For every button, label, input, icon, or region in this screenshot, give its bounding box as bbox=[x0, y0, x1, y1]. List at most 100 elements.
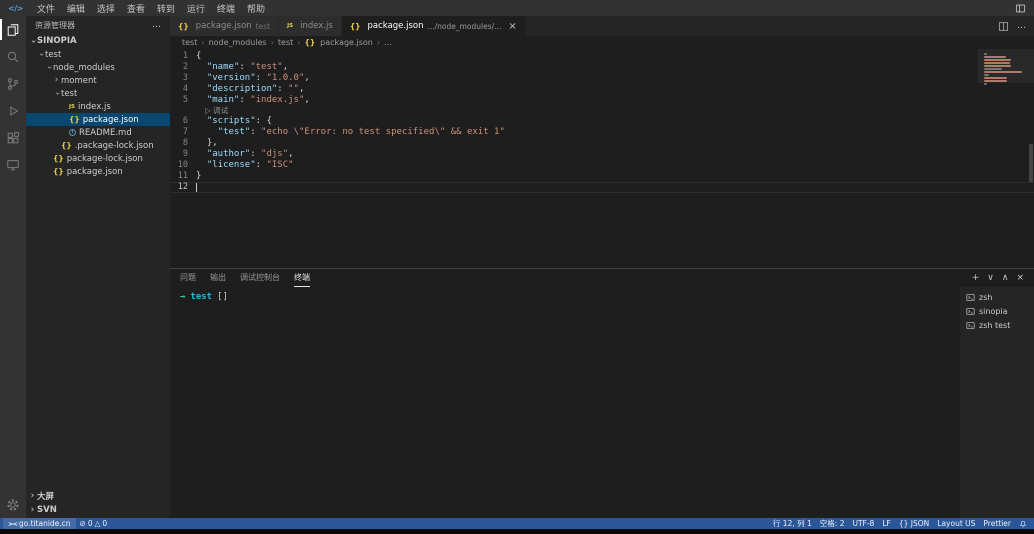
status-item[interactable]: {} JSON bbox=[895, 518, 933, 529]
status-left: >< go.titanide.cn ⊘ 0 △ 0 bbox=[3, 518, 111, 529]
code-line[interactable]: 1{ bbox=[170, 51, 1034, 62]
maximize-panel-icon[interactable]: ∧ bbox=[1002, 274, 1009, 283]
tree-item[interactable]: {}package.json bbox=[26, 165, 170, 178]
scrollbar-thumb[interactable] bbox=[1029, 144, 1033, 182]
status-item[interactable]: LF bbox=[878, 518, 895, 529]
menu-item[interactable]: 文件 bbox=[31, 0, 61, 16]
panel-tab[interactable]: 输出 bbox=[210, 269, 226, 287]
breadcrumb-item[interactable]: test bbox=[278, 38, 293, 47]
close-panel-icon[interactable]: × bbox=[1016, 274, 1024, 283]
code-line[interactable]: 11} bbox=[170, 171, 1034, 182]
breadcrumb-item[interactable]: {}package.json bbox=[304, 38, 372, 47]
split-editor-icon[interactable] bbox=[998, 21, 1009, 32]
chevron-down-icon: › bbox=[28, 37, 37, 46]
code-line[interactable]: 10 "license": "ISC" bbox=[170, 160, 1034, 171]
code-line[interactable]: 4 "description": "", bbox=[170, 84, 1034, 95]
code-line[interactable]: 12 bbox=[170, 182, 1034, 193]
tree-item[interactable]: {}.package-lock.json bbox=[26, 139, 170, 152]
status-item[interactable]: 行 12, 列 1 bbox=[769, 518, 816, 529]
code-line[interactable]: 6 "scripts": { bbox=[170, 116, 1034, 127]
chevron-right-icon: › bbox=[271, 38, 274, 47]
terminal-list-item[interactable]: zsh test bbox=[960, 318, 1034, 332]
status-item[interactable]: 空格: 2 bbox=[816, 518, 849, 529]
explorer-sidebar: 资源管理器 … › SINOPIA ›test›node_modules›mom… bbox=[26, 16, 170, 518]
menu-item[interactable]: 运行 bbox=[181, 0, 211, 16]
sidebar-header: 资源管理器 … bbox=[26, 16, 170, 34]
code-line[interactable]: 7 "test": "echo \"Error: no test specifi… bbox=[170, 127, 1034, 138]
tree-item[interactable]: ›node_modules bbox=[26, 61, 170, 74]
status-item[interactable]: UTF-8 bbox=[848, 518, 878, 529]
tree-item[interactable]: iREADME.md bbox=[26, 126, 170, 139]
run-debug-icon[interactable] bbox=[0, 97, 26, 124]
problems-indicator[interactable]: ⊘ 0 △ 0 bbox=[76, 518, 112, 529]
terminal-picker-icon[interactable]: ∨ bbox=[987, 274, 994, 283]
more-actions-icon[interactable]: … bbox=[152, 20, 161, 30]
panel-tab[interactable]: 调试控制台 bbox=[240, 269, 280, 287]
settings-icon[interactable] bbox=[0, 491, 26, 518]
json-file-icon: {} bbox=[61, 141, 72, 150]
more-actions-icon[interactable]: … bbox=[1017, 21, 1026, 31]
explorer-icon[interactable] bbox=[0, 16, 26, 43]
workspace-name: SINOPIA bbox=[37, 36, 77, 46]
json-file-icon: {} bbox=[350, 22, 361, 31]
terminal-list-item[interactable]: sinopia bbox=[960, 304, 1034, 318]
sidebar-section[interactable]: ›SVN bbox=[26, 503, 170, 517]
menu-item[interactable]: 转到 bbox=[151, 0, 181, 16]
sidebar-section-label: 大屏 bbox=[37, 490, 54, 502]
tree-item[interactable]: ›test bbox=[26, 87, 170, 100]
remote-explorer-icon[interactable] bbox=[0, 151, 26, 178]
menu-bar: 文件编辑选择查看转到运行终端帮助 bbox=[31, 0, 1015, 16]
tree-item[interactable]: JSindex.js bbox=[26, 100, 170, 113]
panel-tab[interactable]: 问题 bbox=[180, 269, 196, 287]
breadcrumb-label: package.json bbox=[320, 38, 373, 47]
tree-item[interactable]: {}package-lock.json bbox=[26, 152, 170, 165]
terminal-output[interactable]: → test [] bbox=[170, 287, 960, 518]
breadcrumb-item[interactable]: node_modules bbox=[209, 38, 267, 47]
tab-label: package.json bbox=[196, 21, 252, 31]
menu-item[interactable]: 帮助 bbox=[241, 0, 271, 16]
terminal-list-item[interactable]: zsh bbox=[960, 290, 1034, 304]
code-editor[interactable]: 1{2 "name": "test",3 "version": "1.0.0",… bbox=[170, 49, 1034, 268]
menu-item[interactable]: 编辑 bbox=[61, 0, 91, 16]
sidebar-section[interactable]: ›大屏 bbox=[26, 489, 170, 503]
menu-item[interactable]: 查看 bbox=[121, 0, 151, 16]
error-icon: ⊘ bbox=[80, 519, 86, 528]
editor-tab[interactable]: {}package.json.../node_modules/...× bbox=[342, 16, 526, 36]
new-terminal-icon[interactable]: + bbox=[972, 274, 980, 283]
code-text: "license": "ISC" bbox=[196, 160, 294, 171]
tree-item[interactable]: ›test bbox=[26, 48, 170, 61]
js-file-icon: JS bbox=[69, 104, 75, 110]
tree-item[interactable]: {}package.json bbox=[26, 113, 170, 126]
code-line[interactable]: 9 "author": "djs", bbox=[170, 149, 1034, 160]
menu-item[interactable]: 选择 bbox=[91, 0, 121, 16]
tree-item[interactable]: ›moment bbox=[26, 74, 170, 87]
code-line[interactable]: 2 "name": "test", bbox=[170, 62, 1034, 73]
json-file-icon: {} bbox=[53, 167, 64, 176]
breadcrumb-item[interactable]: test bbox=[182, 38, 197, 47]
code-line[interactable]: 3 "version": "1.0.0", bbox=[170, 73, 1034, 84]
extensions-icon[interactable] bbox=[0, 124, 26, 151]
code-line[interactable]: 5 "main": "index.js", bbox=[170, 95, 1034, 106]
editor-tab[interactable]: JSindex.js bbox=[279, 16, 342, 36]
source-control-icon[interactable] bbox=[0, 70, 26, 97]
line-number: 1 bbox=[170, 51, 196, 62]
workspace-section-header[interactable]: › SINOPIA bbox=[26, 34, 170, 48]
remote-indicator[interactable]: >< go.titanide.cn bbox=[3, 518, 76, 529]
bell-icon[interactable] bbox=[1015, 518, 1031, 529]
code-line[interactable]: 8 }, bbox=[170, 138, 1034, 149]
panel-tab[interactable]: 终端 bbox=[294, 269, 310, 287]
breadcrumb: test›node_modules›test›{}package.json›… bbox=[170, 36, 1034, 49]
code-text: "main": "index.js", bbox=[196, 95, 310, 106]
menu-item[interactable]: 终端 bbox=[211, 0, 241, 16]
remote-icon: >< bbox=[8, 520, 17, 528]
search-icon[interactable] bbox=[0, 43, 26, 70]
line-number: 5 bbox=[170, 95, 196, 106]
status-item[interactable]: Prettier bbox=[979, 518, 1015, 529]
layout-toggle-icon[interactable] bbox=[1015, 3, 1026, 14]
minimap[interactable] bbox=[984, 53, 1024, 85]
editor-tab[interactable]: {}package.jsontest bbox=[170, 16, 279, 36]
breadcrumb-item[interactable]: … bbox=[384, 38, 392, 47]
codelens-row[interactable]: ▷ 调试 bbox=[170, 106, 1034, 116]
close-icon[interactable]: × bbox=[508, 21, 516, 32]
status-item[interactable]: Layout US bbox=[933, 518, 979, 529]
